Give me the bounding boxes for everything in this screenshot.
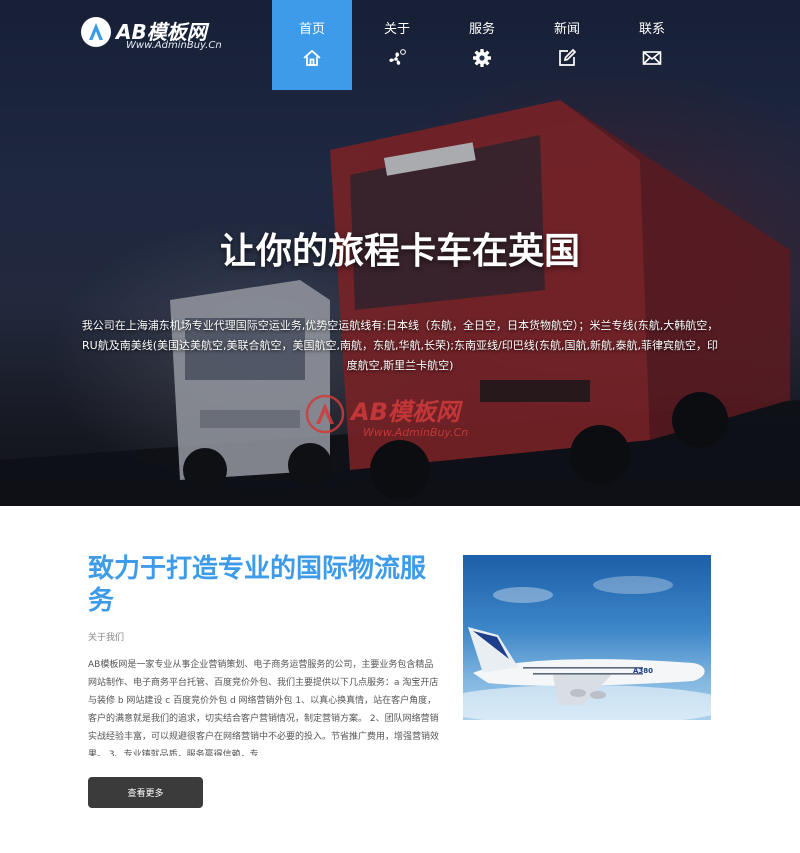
logo-icon bbox=[81, 17, 111, 47]
main-nav: 首页 关于 服务 新闻 联系 bbox=[272, 0, 692, 90]
hero-title: 让你的旅程卡车在英国 bbox=[219, 231, 580, 272]
about-title: 致力于打造专业的国际物流服务 bbox=[88, 554, 427, 616]
logo-tagline: Www.AdminBuy.Cn bbox=[126, 40, 222, 51]
airplane-label: A380 bbox=[633, 667, 653, 675]
nav-item-services[interactable]: 服务 bbox=[442, 0, 522, 90]
nav-item-label: 服务 bbox=[468, 22, 495, 37]
nav-item-about[interactable]: 关于 bbox=[357, 0, 437, 90]
nav-item-contact[interactable]: 联系 bbox=[612, 0, 692, 90]
nav-item-label: 关于 bbox=[383, 22, 410, 37]
watermark-logo: AB模板网 Www.AdminBuy.Cn bbox=[305, 392, 505, 452]
mail-icon bbox=[642, 51, 662, 65]
fan-icon bbox=[389, 49, 406, 65]
nav-item-label: 首页 bbox=[298, 22, 325, 37]
watermark-icon bbox=[305, 394, 345, 434]
edit-icon bbox=[559, 48, 577, 66]
site-logo[interactable]: AB模板网 Www.AdminBuy.Cn bbox=[80, 16, 240, 56]
gear-icon bbox=[473, 49, 491, 67]
more-button[interactable]: 查看更多 bbox=[88, 777, 203, 808]
hero-description: 我公司在上海浦东机场专业代理国际空运业务,优势空运航线有:日本线（东航，全日空，… bbox=[81, 319, 719, 372]
home-icon bbox=[303, 49, 321, 66]
watermark-subtext: Www.AdminBuy.Cn bbox=[363, 426, 469, 439]
about-text: AB模板网是一家专业从事企业营销策划、电子商务运营服务的公司，主要业务包含精品网… bbox=[88, 660, 440, 756]
nav-item-home[interactable]: 首页 bbox=[272, 0, 352, 90]
nav-item-news[interactable]: 新闻 bbox=[527, 0, 607, 90]
nav-item-label: 新闻 bbox=[553, 22, 580, 37]
watermark-text: AB模板网 bbox=[351, 398, 460, 426]
about-label: 关于我们 bbox=[88, 633, 125, 643]
airplane-illustration: A380 bbox=[463, 576, 711, 720]
nav-item-label: 联系 bbox=[638, 22, 665, 37]
airplane-photo: A380 bbox=[463, 555, 711, 720]
